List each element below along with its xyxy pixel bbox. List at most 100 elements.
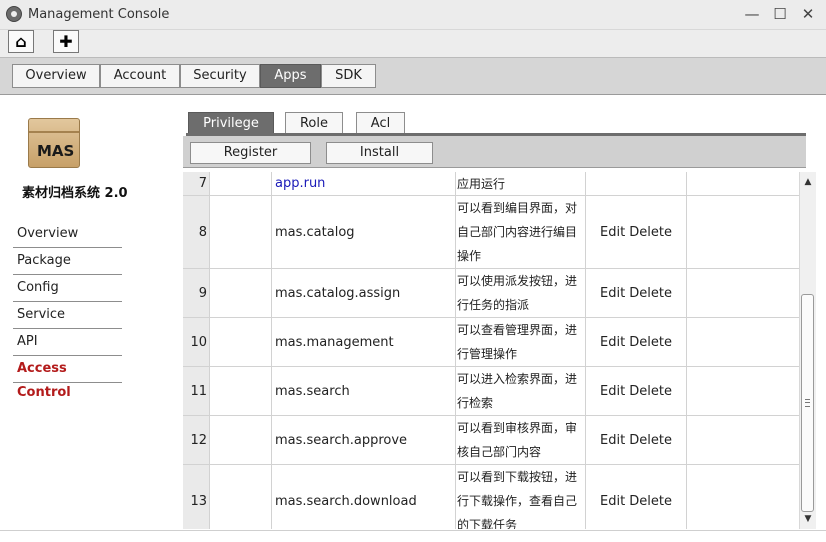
tab-sdk[interactable]: SDK bbox=[321, 64, 376, 88]
description-line: 可以看到审核界面，审 bbox=[457, 421, 578, 435]
tab-privilege[interactable]: Privilege bbox=[188, 112, 274, 135]
scrollbar-thumb[interactable] bbox=[801, 294, 814, 512]
sidebar-item-service[interactable]: Service bbox=[13, 303, 122, 329]
privilege-name: mas.search.approve bbox=[272, 416, 456, 464]
vertical-scrollbar[interactable]: ▲ ▼ bbox=[799, 172, 816, 529]
edit-link[interactable]: Edit bbox=[600, 384, 625, 399]
row-cell bbox=[210, 416, 272, 464]
sidebar-item-access-control[interactable]: Access Control bbox=[13, 357, 122, 400]
delete-link[interactable]: Delete bbox=[629, 433, 672, 448]
row-cell bbox=[210, 269, 272, 317]
table-row[interactable]: 7 app.run 应用运行 bbox=[183, 172, 799, 196]
main-tab-bar: Overview Account Security Apps SDK bbox=[0, 57, 826, 95]
row-actions bbox=[586, 172, 687, 195]
app-name: 素材归档系统 2.0 bbox=[22, 186, 128, 201]
privilege-name[interactable]: app.run bbox=[272, 172, 456, 195]
privilege-name: mas.search bbox=[272, 367, 456, 415]
install-button[interactable]: Install bbox=[326, 142, 433, 164]
description-line: 的下载任务 bbox=[457, 518, 518, 529]
add-button[interactable]: ✚ bbox=[53, 30, 79, 53]
row-actions: Edit Delete bbox=[586, 367, 687, 415]
description-line: 可以进入检索界面，进 bbox=[457, 372, 578, 386]
privilege-name: mas.management bbox=[272, 318, 456, 366]
sidebar: MAS 素材归档系统 2.0 Overview Package Config S… bbox=[0, 96, 180, 542]
row-actions: Edit Delete bbox=[586, 269, 687, 317]
row-index: 11 bbox=[183, 367, 210, 415]
register-button[interactable]: Register bbox=[190, 142, 311, 164]
row-actions: Edit Delete bbox=[586, 416, 687, 464]
toolbar: ⌂ ✚ bbox=[0, 30, 826, 57]
description-line: 自己部门内容进行编目 bbox=[457, 225, 578, 239]
row-index: 10 bbox=[183, 318, 210, 366]
row-cell bbox=[210, 172, 272, 195]
description-line: 行管理操作 bbox=[457, 347, 518, 361]
delete-link[interactable]: Delete bbox=[629, 225, 672, 240]
privilege-description: 可以进入检索界面，进 行检索 bbox=[456, 367, 586, 415]
edit-link[interactable]: Edit bbox=[600, 433, 625, 448]
privilege-description: 应用运行 bbox=[456, 172, 586, 195]
row-cell bbox=[210, 318, 272, 366]
row-index: 9 bbox=[183, 269, 210, 317]
table-row[interactable]: 13 mas.search.download 可以看到下载按钮，进 行下载操作，… bbox=[183, 465, 799, 529]
close-button[interactable]: ✕ bbox=[797, 4, 819, 24]
description-line: 行检索 bbox=[457, 396, 494, 410]
row-index: 13 bbox=[183, 465, 210, 529]
description-line: 行下载操作，查看自己 bbox=[457, 494, 578, 508]
row-actions: Edit Delete bbox=[586, 318, 687, 366]
minimize-button[interactable]: — bbox=[741, 4, 763, 24]
privilege-table: 7 app.run 应用运行 8 mas.catalog 可以看到编目界面，对 … bbox=[183, 172, 799, 529]
row-actions: Edit Delete bbox=[586, 196, 687, 268]
privilege-description: 可以使用派发按钮，进 行任务的指派 bbox=[456, 269, 586, 317]
table-row[interactable]: 8 mas.catalog 可以看到编目界面，对 自己部门内容进行编目 操作 E… bbox=[183, 196, 799, 269]
table-row[interactable]: 11 mas.search 可以进入检索界面，进 行检索 Edit Delete bbox=[183, 367, 799, 416]
window-title: Management Console bbox=[28, 7, 170, 22]
table-row[interactable]: 12 mas.search.approve 可以看到审核界面，审 核自己部门内容… bbox=[183, 416, 799, 465]
plus-icon: ✚ bbox=[59, 32, 73, 51]
maximize-button[interactable]: ☐ bbox=[769, 4, 791, 24]
edit-link[interactable]: Edit bbox=[600, 335, 625, 350]
description-line: 核自己部门内容 bbox=[457, 445, 542, 459]
app-logo: MAS bbox=[28, 118, 80, 168]
row-cell bbox=[210, 465, 272, 529]
scroll-down-icon[interactable]: ▼ bbox=[800, 512, 816, 526]
home-button[interactable]: ⌂ bbox=[8, 30, 34, 53]
edit-link[interactable]: Edit bbox=[600, 225, 625, 240]
delete-link[interactable]: Delete bbox=[629, 335, 672, 350]
privilege-name: mas.catalog.assign bbox=[272, 269, 456, 317]
tab-apps[interactable]: Apps bbox=[260, 64, 321, 88]
bottom-border bbox=[0, 530, 826, 542]
sidebar-item-config[interactable]: Config bbox=[13, 276, 122, 302]
sidebar-item-package[interactable]: Package bbox=[13, 249, 122, 275]
gear-icon bbox=[6, 6, 22, 22]
tab-account[interactable]: Account bbox=[100, 64, 180, 88]
tab-security[interactable]: Security bbox=[180, 64, 260, 88]
table-row[interactable]: 9 mas.catalog.assign 可以使用派发按钮，进 行任务的指派 E… bbox=[183, 269, 799, 318]
privilege-description: 可以看到审核界面，审 核自己部门内容 bbox=[456, 416, 586, 464]
tab-acl[interactable]: Acl bbox=[356, 112, 405, 135]
privilege-description: 可以看到编目界面，对 自己部门内容进行编目 操作 bbox=[456, 196, 586, 268]
table-row[interactable]: 10 mas.management 可以查看管理界面，进 行管理操作 Edit … bbox=[183, 318, 799, 367]
edit-link[interactable]: Edit bbox=[600, 286, 625, 301]
tab-overview[interactable]: Overview bbox=[12, 64, 100, 88]
delete-link[interactable]: Delete bbox=[629, 494, 672, 509]
grip-icon bbox=[805, 399, 810, 407]
title-bar: Management Console — ☐ ✕ bbox=[0, 0, 826, 30]
privilege-description: 可以查看管理界面，进 行管理操作 bbox=[456, 318, 586, 366]
privilege-name: mas.search.download bbox=[272, 465, 456, 529]
description-line: 可以使用派发按钮，进 bbox=[457, 274, 578, 288]
delete-link[interactable]: Delete bbox=[629, 384, 672, 399]
row-index: 8 bbox=[183, 196, 210, 268]
home-icon: ⌂ bbox=[15, 32, 27, 51]
row-index: 7 bbox=[183, 172, 210, 195]
sidebar-item-api[interactable]: API bbox=[13, 330, 122, 356]
edit-link[interactable]: Edit bbox=[600, 494, 625, 509]
description-line: 可以看到下载按钮，进 bbox=[457, 470, 578, 484]
sidebar-item-overview[interactable]: Overview bbox=[13, 222, 122, 248]
delete-link[interactable]: Delete bbox=[629, 286, 672, 301]
tab-role[interactable]: Role bbox=[285, 112, 343, 135]
description-line: 行任务的指派 bbox=[457, 298, 530, 312]
scroll-up-icon[interactable]: ▲ bbox=[800, 175, 816, 189]
description-line: 应用运行 bbox=[457, 177, 506, 191]
logo-text: MAS bbox=[37, 142, 75, 160]
description-line: 可以看到编目界面，对 bbox=[457, 201, 578, 215]
